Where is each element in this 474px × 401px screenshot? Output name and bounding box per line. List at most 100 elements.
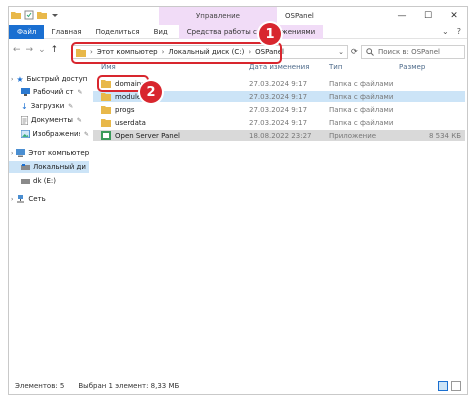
expand-chevron-icon[interactable]: › — [11, 76, 13, 83]
back-arrow-icon[interactable]: ← — [13, 45, 21, 55]
table-row[interactable]: userdata 27.03.2024 9:17 Папка с файлами — [93, 117, 465, 128]
file-name: userdata — [115, 118, 146, 127]
status-bar: Элементов: 5 Выбран 1 элемент: 8,33 МБ — [9, 378, 467, 394]
desktop-icon — [21, 88, 30, 96]
manage-label: Управление — [196, 12, 240, 20]
properties-icon[interactable] — [24, 10, 34, 20]
tab-file[interactable]: Файл — [9, 24, 45, 39]
address-dropdown-icon[interactable]: ⌄ — [338, 48, 344, 56]
recent-dropdown-icon[interactable]: ⌄ — [38, 45, 46, 55]
nav-this-pc-label: Этот компьютер — [28, 149, 89, 157]
expand-chevron-icon[interactable]: › — [11, 196, 13, 203]
maximize-button[interactable]: ☐ — [415, 7, 441, 25]
file-name-cell: modules — [101, 91, 145, 102]
folder-icon — [101, 119, 111, 127]
folder-icon — [101, 106, 111, 114]
file-type: Папка с файлами — [329, 118, 394, 127]
quick-access-toolbar — [11, 10, 60, 20]
drive-icon — [21, 163, 30, 170]
title-bar: Управление OSPanel — ☐ ✕ — [9, 7, 467, 25]
tab-view[interactable]: Вид — [147, 25, 175, 39]
refresh-icon[interactable]: ⟳ — [351, 47, 358, 56]
column-size[interactable]: Размер — [399, 60, 425, 74]
large-icons-view-icon[interactable] — [451, 381, 461, 391]
nav-downloads[interactable]: ↓ Загрузки ✎ — [9, 100, 89, 112]
nav-desktop[interactable]: Рабочий ст ✎ — [9, 86, 89, 98]
file-date: 27.03.2024 9:17 — [249, 92, 308, 101]
tab-share[interactable]: Поделиться — [89, 25, 147, 39]
annotation-badge-1: 1 — [259, 23, 281, 45]
nav-network[interactable]: › Сеть — [9, 193, 89, 205]
selection-info: Выбран 1 элемент: 8,33 МБ — [78, 382, 180, 390]
nav-pictures-label: Изображения — [32, 130, 80, 138]
close-button[interactable]: ✕ — [441, 7, 467, 25]
nav-pictures[interactable]: Изображения ✎ — [9, 128, 89, 140]
explorer-window: Управление OSPanel — ☐ ✕ Файл Главная По… — [8, 6, 468, 395]
annotation-badge-2: 2 — [140, 81, 162, 103]
star-icon: ★ — [16, 74, 24, 84]
expand-chevron-icon[interactable]: › — [11, 150, 13, 157]
file-type: Папка с файлами — [329, 92, 394, 101]
nav-buttons: ← → ⌄ ↑ — [13, 45, 58, 55]
nav-quick-access-label: Быстрый доступ — [26, 75, 88, 83]
file-size: 8 534 КБ — [428, 131, 461, 140]
pin-icon: ✎ — [68, 102, 74, 110]
tab-home[interactable]: Главная — [44, 25, 88, 39]
file-date: 27.03.2024 9:17 — [249, 105, 308, 114]
search-box[interactable]: Поиск в: OSPanel — [361, 45, 465, 59]
file-date: 27.03.2024 9:17 — [249, 79, 308, 88]
file-list: Имя Дата изменения Тип Размер domains 27… — [93, 60, 467, 378]
minimize-button[interactable]: — — [389, 7, 415, 25]
table-row[interactable]: Open Server Panel 18.08.2022 23:27 Прило… — [93, 130, 465, 141]
nav-quick-access[interactable]: › ★ Быстрый доступ — [9, 73, 89, 85]
application-icon — [101, 131, 111, 140]
search-icon — [366, 48, 374, 56]
column-date[interactable]: Дата изменения — [249, 60, 309, 74]
window-controls: — ☐ ✕ — [389, 7, 467, 25]
ribbon-collapse-icon[interactable]: ⌄ — [442, 27, 449, 36]
details-view-icon[interactable] — [438, 381, 448, 391]
qat-dropdown-icon[interactable] — [50, 10, 60, 20]
item-count: Элементов: 5 — [15, 382, 65, 390]
file-name-cell: Open Server Panel — [101, 130, 180, 141]
ribbon-tabs: Файл Главная Поделиться Вид Средства раб… — [9, 24, 467, 39]
computer-icon — [16, 149, 26, 157]
pin-icon: ✎ — [76, 116, 82, 124]
ribbon-right: ⌄ ? — [442, 27, 461, 36]
navigation-pane: › ★ Быстрый доступ Рабочий ст ✎ ↓ Загруз… — [9, 65, 89, 377]
nav-downloads-label: Загрузки — [30, 102, 65, 110]
nav-local-disk-label: Локальный ди — [33, 163, 86, 171]
search-placeholder: Поиск в: OSPanel — [378, 48, 440, 56]
pictures-icon — [21, 130, 30, 138]
window-title: OSPanel — [285, 12, 314, 20]
nav-local-disk[interactable]: Локальный ди — [9, 161, 89, 173]
nav-documents-label: Документы — [31, 116, 73, 124]
drive-icon — [21, 178, 30, 184]
file-name: Open Server Panel — [115, 131, 180, 140]
document-icon — [21, 115, 28, 125]
file-type: Приложение — [329, 131, 377, 140]
nav-network-label: Сеть — [28, 195, 46, 203]
file-name: progs — [115, 105, 135, 114]
file-name-cell: userdata — [101, 117, 146, 128]
pin-icon: ✎ — [83, 130, 89, 138]
column-type[interactable]: Тип — [329, 60, 342, 74]
column-name[interactable]: Имя — [101, 60, 116, 74]
file-name-cell: progs — [101, 104, 135, 115]
forward-arrow-icon[interactable]: → — [26, 45, 34, 55]
view-buttons — [438, 381, 461, 391]
table-row[interactable]: progs 27.03.2024 9:17 Папка с файлами — [93, 104, 465, 115]
folder-icon — [101, 93, 111, 101]
nav-dk-label: dk (E:) — [33, 177, 56, 185]
tab-app-tools[interactable]: Средства работы с приложениями — [178, 24, 324, 39]
new-folder-icon[interactable] — [37, 10, 47, 20]
file-type: Папка с файлами — [329, 79, 394, 88]
nav-dk-drive[interactable]: dk (E:) — [9, 175, 89, 187]
pin-icon: ✎ — [77, 88, 83, 96]
file-type: Папка с файлами — [329, 105, 394, 114]
help-icon[interactable]: ? — [457, 27, 461, 36]
nav-documents[interactable]: Документы ✎ — [9, 114, 89, 126]
up-arrow-icon[interactable]: ↑ — [51, 45, 59, 55]
file-date: 27.03.2024 9:17 — [249, 118, 308, 127]
nav-this-pc[interactable]: › Этот компьютер — [9, 147, 89, 159]
